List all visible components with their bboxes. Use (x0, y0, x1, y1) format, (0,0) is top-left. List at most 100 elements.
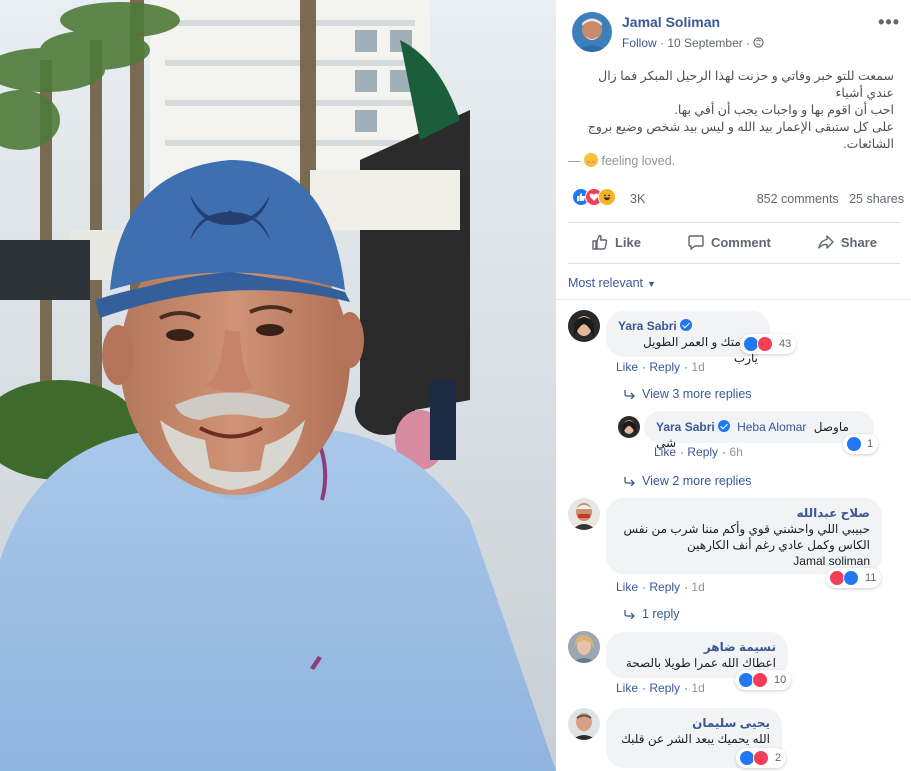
shares-count[interactable]: 25 shares (849, 192, 904, 206)
comment-label: Comment (710, 234, 771, 250)
comment-share-counts: 852 comments 25 shares (757, 192, 904, 206)
like-label: Like (614, 234, 641, 250)
post-date[interactable]: 10 September (667, 36, 742, 50)
caret-down-icon: ▼ (647, 279, 656, 289)
comment-like-link[interactable]: Like (616, 580, 638, 594)
comment-reactions[interactable]: 10 (735, 670, 792, 690)
reply-reactions[interactable]: 1 (843, 434, 879, 454)
share-label: Share (840, 234, 877, 250)
comment-reactions[interactable]: 43 (740, 334, 797, 354)
comment-actions: Like · Reply · 1d (616, 360, 705, 374)
view-reply-link[interactable]: 1 reply (624, 607, 680, 621)
comment-reply-link[interactable]: Reply (649, 580, 680, 594)
comments-count[interactable]: 852 comments (757, 192, 839, 206)
post-meta: Follow · 10 September · (622, 36, 765, 50)
comment-reactions[interactable]: 2 (736, 748, 787, 768)
reply-like-link[interactable]: Like (654, 445, 676, 459)
post-text-line-1: سمعت للتو خبر وفاتي و حزنت لهذا الرحيل ا… (598, 69, 894, 100)
commenter-avatar[interactable] (568, 310, 600, 342)
comment-reaction-count: 2 (775, 752, 782, 764)
comment-reply-link[interactable]: Reply (649, 681, 680, 695)
share-button[interactable]: Share (817, 233, 877, 251)
reply-author-name[interactable]: Yara Sabri (656, 420, 715, 434)
comment-like-link[interactable]: Like (616, 360, 638, 374)
love-reaction-icon (752, 672, 768, 688)
meta-dot: · (660, 36, 665, 50)
like-button[interactable]: Like (591, 233, 641, 251)
commenter-avatar[interactable] (568, 708, 600, 740)
post-text: سمعت للتو خبر وفاتي و حزنت لهذا الرحيل ا… (568, 68, 894, 170)
reply-arrow-icon (624, 610, 635, 619)
commenter-name[interactable]: يحيى سليمان (692, 716, 770, 730)
meta-dot-2: · (746, 36, 751, 50)
view-replies-label: 1 reply (642, 607, 680, 621)
comment-reactions[interactable]: 11 (826, 568, 882, 588)
view-replies-link[interactable]: View 3 more replies (624, 387, 752, 401)
comment-text: الله يحميك يبعد الشر عن قلبك (621, 732, 770, 746)
reply-actions: Like · Reply · 6h (654, 445, 743, 459)
sort-label: Most relevant (568, 276, 644, 290)
more-options-button[interactable]: ••• (878, 12, 900, 33)
author-avatar[interactable] (572, 12, 612, 52)
blush-emoji-icon (583, 153, 598, 167)
comment-reply-link[interactable]: Reply (649, 360, 680, 374)
comment-like-link[interactable]: Like (616, 681, 638, 695)
thumbs-up-icon (592, 234, 608, 250)
reply-reply-link[interactable]: Reply (687, 445, 718, 459)
reactions-count[interactable]: 3K (630, 192, 645, 206)
commenter-name[interactable]: نسيمة ضاهر (704, 640, 776, 654)
commenter-name[interactable]: Yara Sabri (618, 319, 677, 333)
photo-illustration (0, 0, 556, 771)
verified-badge-icon (717, 420, 730, 432)
mention[interactable]: Heba Alomar (737, 420, 806, 434)
comment-sort-dropdown[interactable]: Most relevant ▼ (568, 276, 656, 290)
comment-bubble: صلاح عبدالله حبيبي اللي واحشني قوي وأكم … (606, 498, 882, 574)
love-reaction-icon (753, 750, 769, 766)
commenter-avatar[interactable] (568, 631, 600, 663)
post-actions: Like Comment Share (568, 224, 900, 260)
post-photo[interactable] (0, 0, 556, 771)
comment-text: حبيبي اللي واحشني قوي وأكم مننا شرب من ن… (623, 522, 870, 552)
comment-actions: Like · Reply · 1d (616, 681, 705, 695)
verified-badge-icon (679, 319, 692, 331)
like-reaction-icon (843, 570, 859, 586)
view-replies-label: View 3 more replies (642, 387, 752, 401)
post-text-line-3: على كل ستبقى الإعمار بيد الله و ليس بيد … (587, 120, 894, 151)
like-reaction-icon (846, 436, 862, 452)
comment-button[interactable]: Comment (687, 233, 771, 251)
commenter-name[interactable]: صلاح عبدالله (796, 506, 870, 520)
reply-bubble: Yara Sabri Heba Alomar ماوصل شي (644, 411, 874, 450)
author-name[interactable]: Jamal Soliman (622, 14, 720, 30)
comment-reaction-count: 11 (865, 572, 877, 584)
reply-arrow-icon (624, 477, 635, 486)
post-panel: Jamal Soliman Follow · 10 September · ••… (556, 0, 911, 771)
love-reaction-icon (757, 336, 773, 352)
reply-arrow-icon (624, 390, 635, 399)
follow-link[interactable]: Follow (622, 36, 657, 50)
reaction-icons[interactable] (572, 188, 616, 208)
tagged-user[interactable]: Jamal soliman (793, 554, 870, 568)
comment-actions: Like · Reply · 1d (616, 580, 705, 594)
divider-2 (568, 263, 900, 264)
reply-time[interactable]: 6h (729, 445, 742, 459)
reply-reaction-count: 1 (867, 438, 874, 450)
reactions-summary: 3K 852 comments 25 shares (572, 184, 904, 212)
commenter-avatar[interactable] (568, 498, 600, 530)
view-replies-label: View 2 more replies (642, 474, 752, 488)
feeling-dash: — (568, 154, 581, 168)
globe-icon (753, 37, 765, 48)
feeling-text: feeling loved. (601, 154, 676, 168)
comment-reaction-count: 43 (779, 338, 792, 350)
comment-reaction-count: 10 (774, 674, 787, 686)
comments-separator (556, 299, 911, 300)
comment-time[interactable]: 1d (691, 681, 704, 695)
post-header: Jamal Soliman Follow · 10 September · ••… (572, 12, 902, 56)
comment-time[interactable]: 1d (691, 360, 704, 374)
reply-avatar[interactable] (618, 416, 640, 438)
divider (568, 222, 900, 223)
haha-reaction-icon (598, 188, 616, 206)
post-text-line-2: احب أن اقوم بها و واجبات يجب أن أفي بها. (674, 103, 894, 117)
comment-time[interactable]: 1d (691, 580, 704, 594)
feeling-line: — feeling loved. (568, 153, 894, 170)
view-more-replies-link[interactable]: View 2 more replies (624, 474, 752, 488)
